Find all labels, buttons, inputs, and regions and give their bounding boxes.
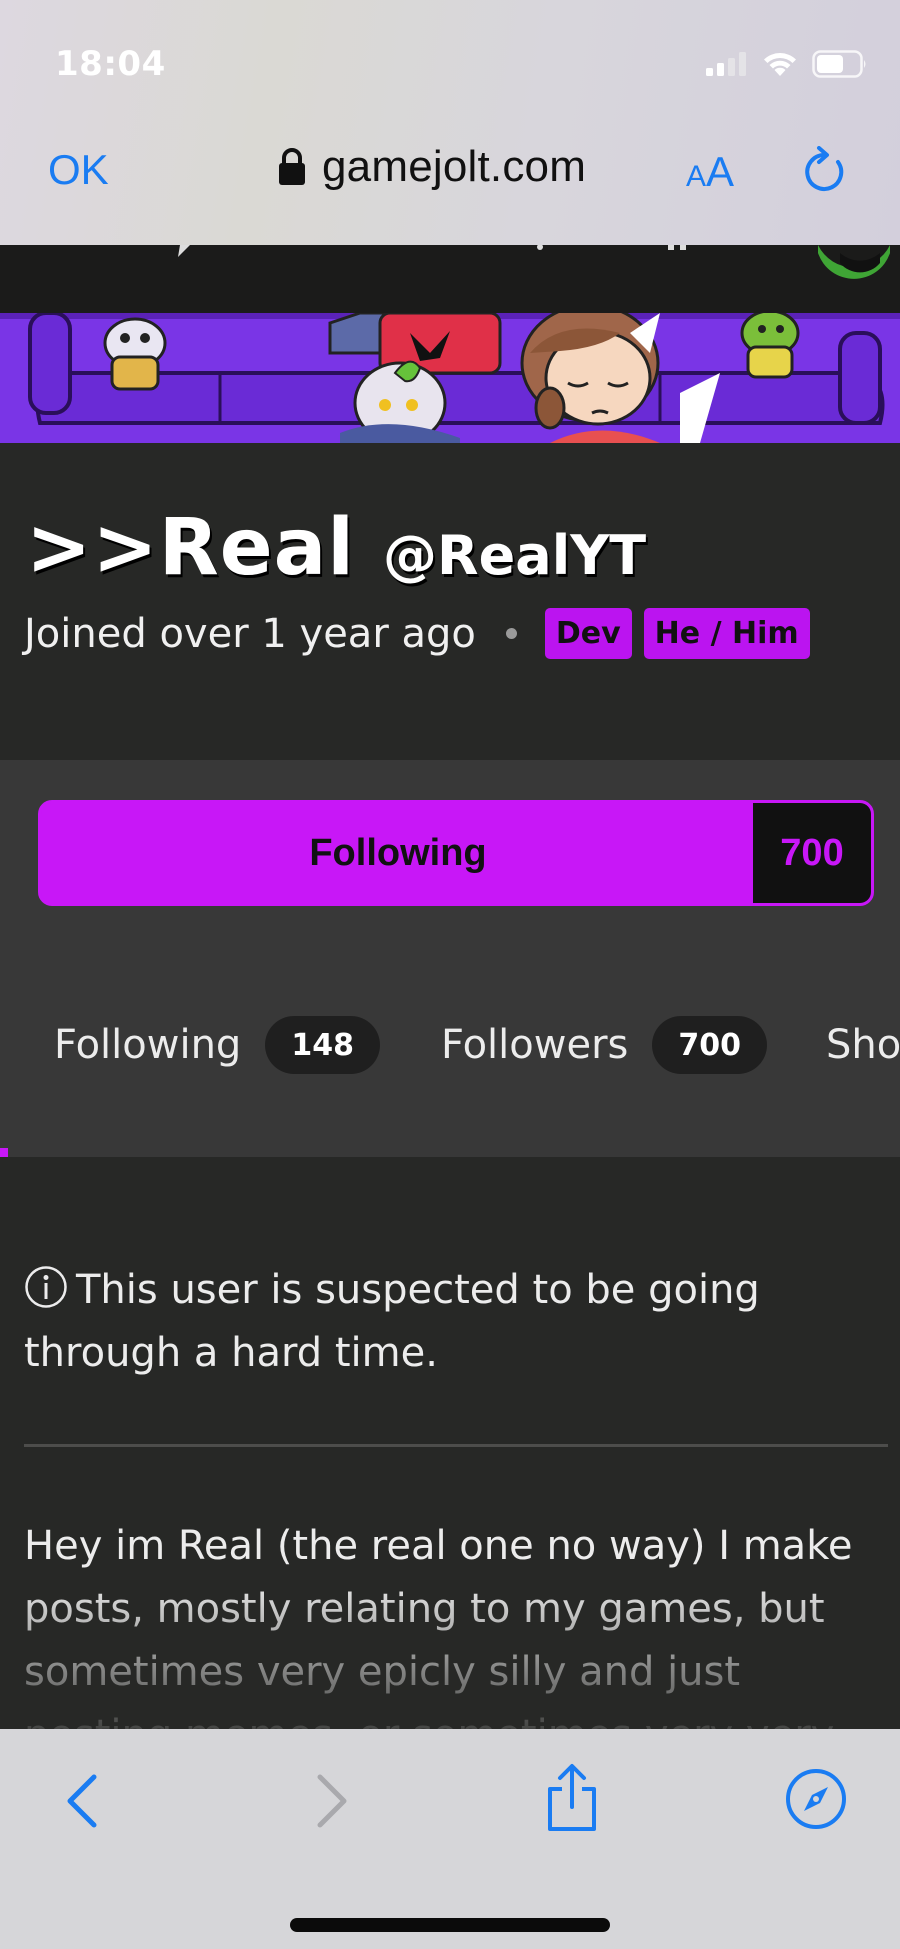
info-icon bbox=[25, 1266, 67, 1308]
site-header-strip bbox=[0, 244, 900, 315]
compass-icon[interactable] bbox=[784, 1767, 848, 1831]
lock-icon bbox=[279, 148, 305, 185]
profile-content: This user is suspected to be going throu… bbox=[0, 1157, 900, 1729]
text-size-small-label: A bbox=[686, 160, 707, 193]
profile-banner bbox=[0, 313, 900, 443]
cellular-signal-icon bbox=[706, 52, 746, 76]
text-size-button[interactable]: AA bbox=[686, 148, 734, 196]
battery-icon bbox=[812, 50, 866, 78]
address-bar: OK gamejolt.com AA bbox=[0, 140, 900, 200]
name-row: >>Real @RealYT bbox=[26, 503, 646, 593]
following-button[interactable]: Following 700 bbox=[38, 800, 874, 906]
tab-followers-count: 700 bbox=[652, 1016, 767, 1074]
follower-count: 700 bbox=[753, 803, 871, 903]
wifi-icon bbox=[764, 53, 796, 76]
notice-text: This user is suspected to be going throu… bbox=[24, 1267, 760, 1376]
status-icons bbox=[706, 50, 868, 78]
banner-illustration bbox=[0, 313, 900, 443]
reload-icon[interactable] bbox=[800, 146, 848, 196]
follow-section: Following 700 Following 148 Followers 70… bbox=[0, 760, 900, 1157]
profile-meta: Joined over 1 year ago Dev He / Him bbox=[24, 608, 822, 659]
home-indicator[interactable] bbox=[290, 1918, 610, 1932]
ok-button[interactable]: OK bbox=[48, 146, 109, 194]
tab-followers[interactable]: Followers 700 bbox=[441, 990, 767, 1100]
username: @RealYT bbox=[383, 524, 647, 587]
tab-followers-label: Followers bbox=[441, 1022, 629, 1068]
browser-bottom-toolbar bbox=[0, 1729, 900, 1949]
active-tab-indicator bbox=[0, 1148, 8, 1157]
bio-fade bbox=[0, 1577, 900, 1729]
tab-following-label: Following bbox=[54, 1022, 242, 1068]
status-time: 18:04 bbox=[55, 44, 166, 84]
wellbeing-notice: This user is suspected to be going throu… bbox=[24, 1259, 884, 1385]
following-button-label: Following bbox=[309, 831, 487, 874]
back-icon[interactable] bbox=[60, 1771, 104, 1831]
display-name: >>Real bbox=[26, 503, 356, 593]
text-size-big-label: A bbox=[706, 148, 735, 195]
profile-header: >>Real @RealYT Joined over 1 year ago De… bbox=[0, 443, 900, 760]
url-text[interactable]: gamejolt.com bbox=[322, 142, 586, 192]
header-icons-partial bbox=[178, 244, 890, 279]
share-icon[interactable] bbox=[544, 1763, 600, 1833]
dev-tag: Dev bbox=[544, 608, 632, 659]
browser-top-bar: 18:04 OK gamejolt.com AA bbox=[0, 0, 900, 245]
tab-shouts-label: Sho bbox=[826, 1022, 900, 1068]
divider bbox=[24, 1444, 888, 1447]
tab-following[interactable]: Following 148 bbox=[54, 990, 380, 1100]
profile-tabs: Following 148 Followers 700 Sho bbox=[0, 990, 900, 1100]
separator-dot bbox=[505, 628, 517, 639]
tab-following-count: 148 bbox=[265, 1016, 380, 1074]
pronouns-tag: He / Him bbox=[643, 608, 810, 659]
joined-date: Joined over 1 year ago bbox=[24, 610, 476, 657]
tab-shouts[interactable]: Sho bbox=[826, 990, 900, 1100]
forward-icon[interactable] bbox=[310, 1771, 354, 1831]
